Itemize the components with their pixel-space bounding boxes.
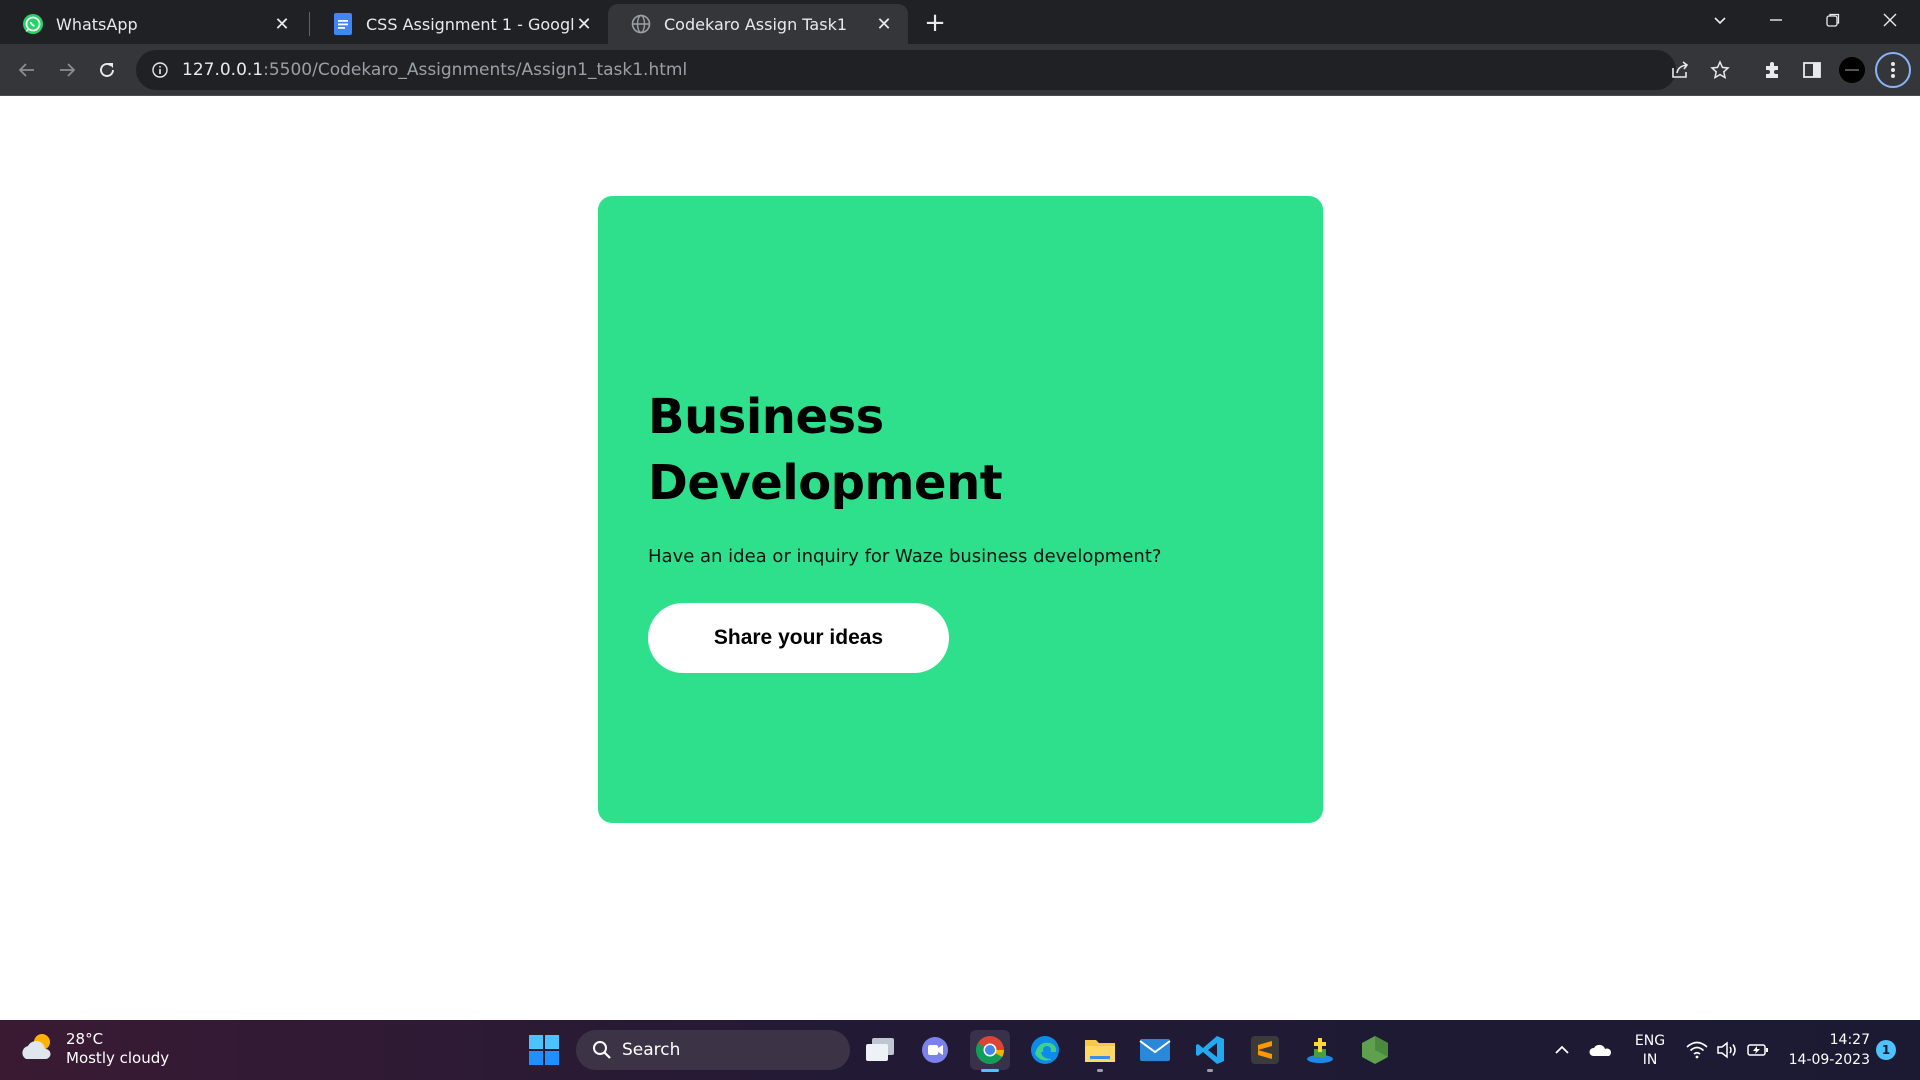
start-button[interactable] xyxy=(524,1030,564,1070)
browser-toolbar: 127.0.0.1:5500/Codekaro_Assignments/Assi… xyxy=(0,44,1920,96)
close-tab-icon[interactable]: ✕ xyxy=(574,14,594,35)
tab-google-docs[interactable]: CSS Assignment 1 - Google Docs ✕ xyxy=(310,4,608,44)
windows-taskbar: 28°C Mostly cloudy Search ENG IN 14:27 1… xyxy=(0,1020,1920,1080)
tab-codekaro[interactable]: Codekaro Assign Task1 ✕ xyxy=(608,4,908,44)
new-tab-button[interactable]: + xyxy=(918,6,952,40)
chrome-icon[interactable] xyxy=(970,1030,1010,1072)
battery-charging-icon[interactable] xyxy=(1744,1020,1772,1080)
weather-temperature: 28°C xyxy=(66,1030,104,1048)
browser-tab-strip: WhatsApp ✕ CSS Assignment 1 - Google Doc… xyxy=(0,0,1920,44)
running-app-indicator xyxy=(1097,1069,1103,1072)
card-heading: Business Development xyxy=(648,389,1003,511)
game-app-icon[interactable] xyxy=(1300,1030,1340,1070)
taskbar-search-box[interactable]: Search xyxy=(576,1030,850,1070)
show-hidden-icons-chevron-icon[interactable] xyxy=(1550,1020,1574,1080)
sublime-text-icon[interactable] xyxy=(1245,1030,1285,1070)
search-label: Search xyxy=(622,1040,681,1060)
weather-widget[interactable]: 28°C Mostly cloudy xyxy=(20,1030,169,1068)
edge-icon[interactable] xyxy=(1025,1030,1065,1070)
running-app-indicator xyxy=(1207,1069,1213,1072)
reload-icon[interactable] xyxy=(89,52,125,88)
wifi-icon[interactable] xyxy=(1684,1020,1710,1080)
globe-icon xyxy=(630,13,652,35)
card-description: Have an idea or inquiry for Waze busines… xyxy=(648,546,1162,567)
notification-badge[interactable]: 1 xyxy=(1876,1040,1896,1060)
tab-title: Codekaro Assign Task1 xyxy=(664,14,848,34)
close-tab-icon[interactable]: ✕ xyxy=(272,14,292,35)
share-ideas-button[interactable]: Share your ideas xyxy=(648,603,949,673)
clock-date: 14-09-2023 xyxy=(1788,1052,1870,1068)
tab-title: WhatsApp xyxy=(56,14,138,34)
restore-icon[interactable] xyxy=(1805,0,1861,40)
cloudy-weather-icon xyxy=(20,1031,56,1067)
tab-search-icon[interactable] xyxy=(1692,0,1748,40)
close-tab-icon[interactable]: ✕ xyxy=(874,14,894,35)
volume-icon[interactable] xyxy=(1714,1020,1740,1080)
url-path: :5500/Codekaro_Assignments/Assign1_task1… xyxy=(263,60,688,80)
nodejs-icon[interactable] xyxy=(1355,1030,1395,1070)
teams-chat-icon[interactable] xyxy=(915,1030,955,1070)
url-text: 127.0.0.1:5500/Codekaro_Assignments/Assi… xyxy=(182,60,687,80)
extensions-icon[interactable] xyxy=(1754,52,1790,88)
info-icon[interactable] xyxy=(150,60,170,80)
region-code: IN xyxy=(1642,1052,1658,1068)
mail-icon[interactable] xyxy=(1135,1030,1175,1070)
bookmark-star-icon[interactable] xyxy=(1708,58,1732,82)
google-docs-icon xyxy=(332,13,354,35)
file-explorer-icon[interactable] xyxy=(1080,1030,1120,1072)
address-bar[interactable]: 127.0.0.1:5500/Codekaro_Assignments/Assi… xyxy=(136,50,1730,90)
search-icon xyxy=(592,1040,612,1060)
close-window-icon[interactable] xyxy=(1862,0,1918,40)
minimize-icon[interactable] xyxy=(1748,0,1804,40)
share-icon[interactable] xyxy=(1668,58,1692,82)
tab-title: CSS Assignment 1 - Google Docs xyxy=(366,14,574,34)
whatsapp-icon xyxy=(22,13,44,35)
clock-time: 14:27 xyxy=(1829,1032,1870,1048)
system-clock[interactable]: 14:27 14-09-2023 xyxy=(1780,1030,1870,1070)
tab-whatsapp[interactable]: WhatsApp ✕ xyxy=(0,4,306,44)
forward-icon[interactable] xyxy=(49,52,85,88)
side-panel-icon[interactable] xyxy=(1794,52,1830,88)
menu-kebab-icon[interactable] xyxy=(1875,52,1911,88)
back-icon[interactable] xyxy=(9,52,45,88)
vscode-icon[interactable] xyxy=(1190,1030,1230,1072)
profile-avatar[interactable] xyxy=(1834,52,1870,88)
onedrive-cloud-icon[interactable] xyxy=(1586,1020,1616,1080)
language-code: ENG xyxy=(1634,1033,1666,1049)
url-host: 127.0.0.1 xyxy=(182,60,264,80)
task-view-icon[interactable] xyxy=(860,1030,900,1070)
language-indicator[interactable]: ENG IN xyxy=(1628,1032,1672,1070)
weather-description: Mostly cloudy xyxy=(66,1049,170,1067)
business-development-card: Business Development Have an idea or inq… xyxy=(598,196,1323,823)
active-app-indicator xyxy=(981,1069,999,1072)
